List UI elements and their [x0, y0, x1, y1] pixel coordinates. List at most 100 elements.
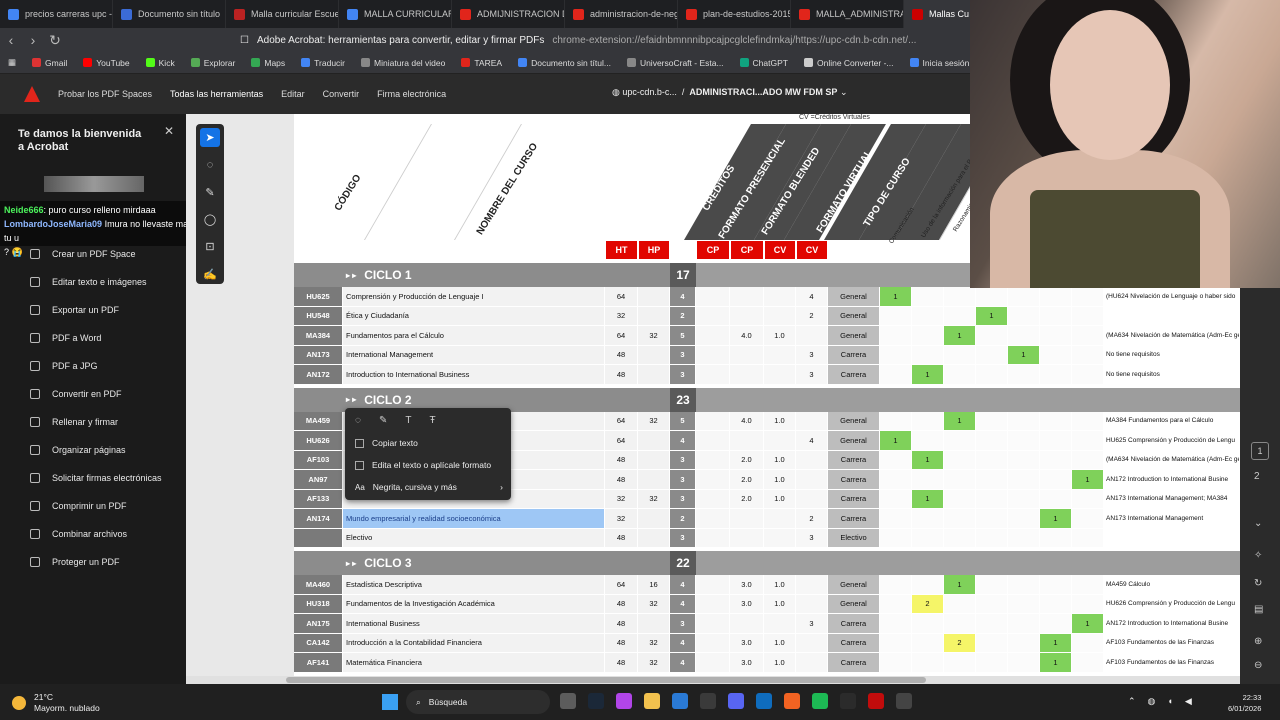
- cell-name[interactable]: Fundamentos para el Cálculo: [343, 326, 605, 346]
- spotify-icon[interactable]: [812, 693, 828, 709]
- cell-name[interactable]: Estadística Descriptiva: [343, 575, 605, 595]
- acrobat-logo-icon[interactable]: [24, 86, 40, 102]
- volume-icon[interactable]: ◀: [1185, 696, 1192, 707]
- table-row[interactable]: Electivo 48 3 3 Electivo: [294, 528, 1240, 548]
- page-thumb-1[interactable]: 1: [1251, 442, 1269, 460]
- sign-icon[interactable]: ✍: [200, 265, 220, 284]
- cell-code[interactable]: MA384: [294, 326, 343, 346]
- bookmark-item[interactable]: Miniatura del video: [361, 58, 445, 68]
- cell-code[interactable]: AN97: [294, 470, 343, 490]
- strikethrough-icon[interactable]: Ŧ: [429, 415, 435, 426]
- bookmark-item[interactable]: Online Converter -...: [803, 58, 894, 68]
- zoom-out-icon[interactable]: ⊖: [1254, 660, 1262, 671]
- comment-icon[interactable]: ◌: [355, 415, 361, 426]
- comment-icon[interactable]: ◌: [200, 155, 220, 174]
- discord-icon[interactable]: [728, 693, 744, 709]
- bookmark-item[interactable]: Documento sin títul...: [518, 58, 611, 68]
- store-icon[interactable]: [672, 693, 688, 709]
- document-title[interactable]: ◍ upc-cdn.b-c... / ADMINISTRACI...ADO MW…: [612, 87, 847, 98]
- tab-e-sign[interactable]: Firma electrónica: [377, 89, 446, 99]
- file-explorer-icon[interactable]: [644, 693, 660, 709]
- zoom-in-icon[interactable]: ⊕: [1254, 636, 1262, 647]
- chevron-up-icon[interactable]: ⌃: [1128, 696, 1136, 707]
- ciclo-arrow-icon[interactable]: ▸ ▸: [346, 271, 356, 280]
- weather-widget[interactable]: 21°C Mayorm. nublado: [12, 692, 100, 714]
- cell-name[interactable]: International Business: [343, 614, 605, 634]
- cell-name[interactable]: Electivo: [343, 528, 605, 548]
- pen-icon[interactable]: ✎: [200, 183, 220, 202]
- page-thumb-2[interactable]: 2: [1254, 471, 1260, 482]
- clock[interactable]: 22:33 6/01/2026: [1228, 692, 1261, 714]
- sidebar-tool-item[interactable]: PDF a Word: [0, 324, 186, 352]
- refresh-icon[interactable]: ↻: [1254, 578, 1262, 589]
- tab-convert[interactable]: Convertir: [323, 89, 360, 99]
- sidebar-tool-item[interactable]: Combinar archivos: [0, 520, 186, 548]
- url-text[interactable]: chrome-extension://efaidnbmnnnibpcajpcgl…: [552, 35, 916, 46]
- cell-code[interactable]: AN173: [294, 345, 343, 365]
- mail-icon[interactable]: [756, 693, 772, 709]
- table-row[interactable]: MA460 Estadística Descriptiva 64 16 4 3.0 1.0 G…: [294, 575, 1240, 595]
- lasso-icon[interactable]: ◯: [200, 210, 220, 229]
- address-bar[interactable]: ☐ Adobe Acrobat: herramientas para conve…: [240, 30, 960, 50]
- cell-code[interactable]: HU625: [294, 287, 343, 307]
- steam-icon[interactable]: [588, 693, 604, 709]
- windows-start-icon[interactable]: [382, 694, 398, 710]
- reload-icon[interactable]: ↻: [44, 32, 66, 49]
- bookmark-item[interactable]: ChatGPT: [739, 58, 788, 68]
- cell-code[interactable]: HU548: [294, 306, 343, 326]
- bookmark-item[interactable]: Explorar: [190, 58, 235, 68]
- browser-tab[interactable]: Documento sin título: [113, 0, 226, 28]
- bookmark-item[interactable]: YouTube: [83, 58, 130, 68]
- scroll-thumb[interactable]: [286, 677, 926, 683]
- table-row[interactable]: HU548 Ética y Ciudadanía 32 2 2 General 1: [294, 306, 1240, 326]
- cell-code[interactable]: AF141: [294, 653, 343, 673]
- sidebar-tool-item[interactable]: Organizar páginas: [0, 436, 186, 464]
- edit-text-item[interactable]: Edita el texto o aplícale formato: [345, 454, 511, 476]
- cell-code[interactable]: MA460: [294, 575, 343, 595]
- sidebar-tool-item[interactable]: Rellenar y firmar: [0, 408, 186, 436]
- table-row[interactable]: AN173 International Management 48 3 3 Carrera…: [294, 345, 1240, 365]
- sidebar-tool-item[interactable]: Convertir en PDF: [0, 380, 186, 408]
- table-row[interactable]: HU625 Comprensión y Producción de Lenguaj…: [294, 287, 1240, 307]
- table-row[interactable]: HU318 Fundamentos de la Investigación Aca…: [294, 594, 1240, 614]
- highlight-icon[interactable]: ✎: [379, 415, 387, 426]
- app-icon[interactable]: [840, 693, 856, 709]
- copy-text-item[interactable]: Copiar texto: [345, 432, 511, 454]
- cell-name[interactable]: International Management: [343, 345, 605, 365]
- bookmark-star-icon[interactable]: ☐: [240, 35, 249, 46]
- bookmark-item[interactable]: Traducir: [301, 58, 345, 68]
- copilot-icon[interactable]: [616, 693, 632, 709]
- document-icon[interactable]: ▤: [1254, 604, 1263, 615]
- text-icon[interactable]: T: [405, 415, 411, 426]
- sidebar-tool-item[interactable]: Editar texto e imágenes: [0, 268, 186, 296]
- apps-grid-icon[interactable]: ▦: [8, 57, 16, 68]
- cell-code[interactable]: HU318: [294, 594, 343, 614]
- terminal-icon[interactable]: [700, 693, 716, 709]
- cell-code[interactable]: [294, 528, 343, 548]
- cell-name[interactable]: Mundo empresarial y realidad socioeconóm…: [343, 509, 605, 529]
- table-row[interactable]: CA142 Introducción a la Contabilidad Fina…: [294, 633, 1240, 653]
- cell-code[interactable]: HU626: [294, 431, 343, 451]
- cell-code[interactable]: AN175: [294, 614, 343, 634]
- obs-icon[interactable]: [868, 693, 884, 709]
- ciclo-arrow-icon[interactable]: ▸ ▸: [346, 559, 356, 568]
- cell-name[interactable]: Introducción a la Contabilidad Financier…: [343, 633, 605, 653]
- chevron-down-icon[interactable]: ⌄: [1254, 518, 1262, 529]
- bookmark-item[interactable]: Kick: [145, 58, 175, 68]
- chevron-down-icon[interactable]: ⌄: [840, 87, 848, 97]
- cell-code[interactable]: AF103: [294, 450, 343, 470]
- sidebar-tool-item[interactable]: Solicitar firmas electrónicas: [0, 464, 186, 492]
- table-row[interactable]: AF141 Matemática Financiera 48 32 4 3.0 1.0 Car…: [294, 653, 1240, 673]
- browser-tab[interactable]: Malla curricular Escue: [226, 0, 339, 28]
- ai-assistant-icon[interactable]: ✧: [1254, 550, 1262, 561]
- browser-tab[interactable]: ADMIJNISTRACION DE: [452, 0, 565, 28]
- browser-tab[interactable]: precios carreras upc -: [0, 0, 113, 28]
- browser-tab[interactable]: MALLA_ADMINISTRAC: [791, 0, 904, 28]
- table-row[interactable]: AN172 Introduction to International Busin…: [294, 365, 1240, 385]
- cell-code[interactable]: AN172: [294, 365, 343, 385]
- cell-name[interactable]: Matemática Financiera: [343, 653, 605, 673]
- bookmark-item[interactable]: TAREA: [461, 58, 502, 68]
- browser-tab[interactable]: plan-de-estudios-2015: [678, 0, 791, 28]
- forward-icon[interactable]: ›: [22, 32, 44, 48]
- network-icon[interactable]: ◍: [1148, 696, 1156, 707]
